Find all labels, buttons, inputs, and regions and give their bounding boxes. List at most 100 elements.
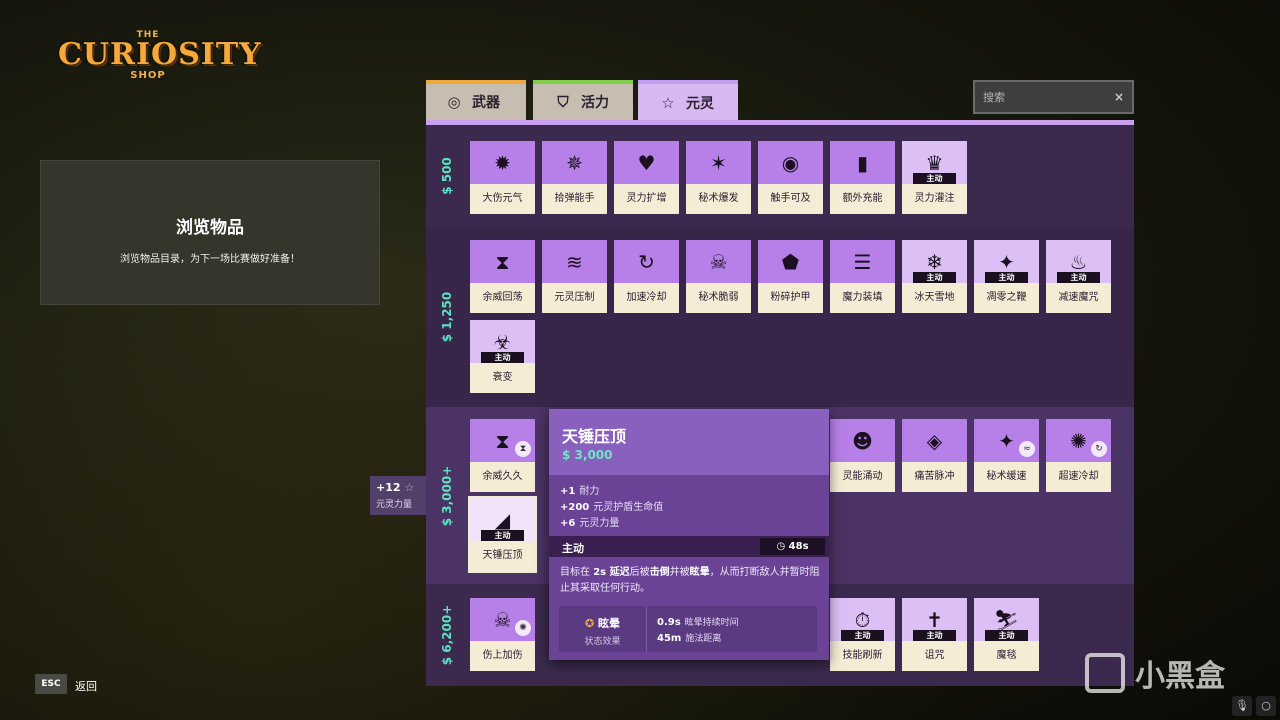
tooltip-stat: +6 元灵力量 [560,518,620,529]
item-name: 粉碎护甲 [770,292,811,303]
watermark: 小黑盒 [1085,648,1245,698]
tooltip-description: 目标在 2s 延迟后被击倒并被眩晕，从而打断敌人并暂时阻止其采取任何行动。 [560,567,820,594]
item-icon: ☠ [686,240,751,283]
item-card[interactable]: ⏱ 主动 技能刷新 [830,598,895,671]
item-name: 超速冷却 [1058,471,1099,482]
item-card[interactable]: ✵ 拾弹能手 [542,141,607,214]
item-icon: ⬟ [758,240,823,283]
tooltip-header: 天锤压顶 $ 3,000 [549,409,829,475]
item-name: 魔毯 [996,650,1017,661]
item-name: 魔力装填 [842,292,883,303]
tooltip-item-name: 天锤压顶 [562,427,627,446]
item-name: 元灵压制 [554,292,595,303]
cooldown-icon: ◷ [776,541,789,552]
microphone-icon[interactable]: 🎙 [1232,696,1252,716]
active-tag: 主动 [913,630,956,641]
item-name: 灵能涌动 [842,471,883,482]
tier-price-label: $ 500 [440,157,454,195]
item-name: 天锤压顶 [482,550,523,561]
tab-spirit[interactable]: ☆ 元灵 [638,80,738,122]
item-name: 痛苦脉冲 [914,471,955,482]
item-icon: ▮ [830,141,895,184]
item-card[interactable]: ✝ 主动 诅咒 [902,598,967,671]
item-card[interactable]: ⛷ 主动 魔毯 [974,598,1039,671]
spirit-power-label: 元灵力量 [376,500,413,510]
item-card[interactable]: ✶ 秘术爆发 [686,141,751,214]
active-tag: 主动 [1057,272,1100,283]
active-tag: 主动 [985,272,1028,283]
item-name: 减速魔咒 [1058,292,1099,303]
item-card[interactable]: ☰ 魔力装填 [830,240,895,313]
item-card[interactable]: ☠ 秘术脆弱 [686,240,751,313]
item-icon: ☻ [830,419,895,462]
tab-spirit-label: 元灵 [686,96,714,112]
tooltip-active-bar: 主动 ◷ 48s [549,536,829,557]
item-name: 衰变 [492,372,513,383]
corner-controls: 🎙 ○ [1232,696,1280,720]
item-icon: ✵ [542,141,607,184]
tooltip-price: $ 3,000 [562,448,613,462]
tab-vitality-label: 活力 [581,95,609,111]
cooldown-badge: ◷ 48s [760,538,825,555]
stun-icon: ✪ [584,617,599,630]
tooltip-stat: +1 耐力 [560,486,600,497]
item-card[interactable]: ⬟ 粉碎护甲 [758,240,823,313]
tab-vitality[interactable]: ⛉ 活力 [533,80,633,120]
item-icon: ◉ [758,141,823,184]
item-name: 冰天雪地 [914,292,955,303]
vitality-shield-icon: ⛉ [557,93,569,111]
item-card[interactable]: ✦ 主动 凋零之鞭 [974,240,1039,313]
tier-price-label: $ 3,000+ [440,465,454,526]
item-name: 余威久久 [482,471,523,482]
circle-icon[interactable]: ○ [1256,696,1276,716]
item-name: 加速冷却 [626,292,667,303]
item-card[interactable]: ✦ ≈ 秘术缓速 [974,419,1039,492]
logo-main: CURIOSITY [58,37,262,72]
item-card[interactable]: ♨ 主动 减速魔咒 [1046,240,1111,313]
item-icon: ◈ [902,419,967,462]
browse-subtitle: 浏览物品目录，为下一场比赛做好准备！ [120,254,300,265]
search-input[interactable] [983,90,1103,104]
tier-price-label: $ 6,200+ [440,604,454,666]
item-icon: ♥ [614,141,679,184]
item-name: 拾弹能手 [554,193,595,204]
item-card[interactable]: ☠ ✺ 伤上加伤 [470,598,535,671]
item-name: 额外充能 [842,193,883,204]
active-tag: 主动 [481,352,524,363]
item-card[interactable]: ☻ 灵能涌动 [830,419,895,492]
clear-search-icon[interactable]: × [1114,90,1124,104]
item-card[interactable]: ✺ ↻ 超速冷却 [1046,419,1111,492]
spirit-star-icon: ☆ [404,481,415,494]
status-effect-name: ✪ 眩晕 [584,617,621,630]
upgrade-badge-icon: ↻ [1091,441,1107,457]
back-label[interactable]: 返回 [75,678,97,694]
stun-duration: 0.9s 眩晕持续时间 [657,617,739,628]
upgrade-badge-icon: ≈ [1019,441,1035,457]
item-card[interactable]: ◈ 痛苦脉冲 [902,419,967,492]
item-name: 触手可及 [770,193,811,204]
upgrade-badge-icon: ⧗ [515,441,531,457]
souls-icon: $ [562,448,575,462]
item-card[interactable]: ♛ 主动 灵力灌注 [902,141,967,214]
item-card[interactable]: ♥ 灵力扩增 [614,141,679,214]
search-box: × [973,80,1134,114]
tooltip-stat: +200 元灵护盾生命值 [560,502,664,513]
spirit-power-value: +12 [376,481,401,494]
item-card[interactable]: ✹ 大伤元气 [470,141,535,214]
item-card[interactable]: ⧗ 余威回荡 [470,240,535,313]
item-tooltip: 天锤压顶 $ 3,000 +1 耐力 +200 元灵护盾生命值 +6 元灵力量 主动 … [549,409,829,660]
watermark-text: 小黑盒 [1135,659,1225,694]
item-card[interactable]: ☣ 主动 衰变 [470,320,535,393]
item-card[interactable]: ❄ 主动 冰天雪地 [902,240,967,313]
esc-key[interactable]: ESC [35,674,67,694]
item-card-selected[interactable]: ◢ 主动 天锤压顶 [468,496,537,573]
item-icon: ≋ [542,240,607,283]
item-card[interactable]: ◉ 触手可及 [758,141,823,214]
item-card[interactable]: ≋ 元灵压制 [542,240,607,313]
item-card[interactable]: ↻ 加速冷却 [614,240,679,313]
item-card[interactable]: ⧗ ⧗ 余威久久 [470,419,535,492]
item-card[interactable]: ▮ 额外充能 [830,141,895,214]
item-name: 秘术缓速 [986,471,1027,482]
active-tag: 主动 [841,630,884,641]
tab-weapons[interactable]: ◎ 武器 [426,80,526,120]
